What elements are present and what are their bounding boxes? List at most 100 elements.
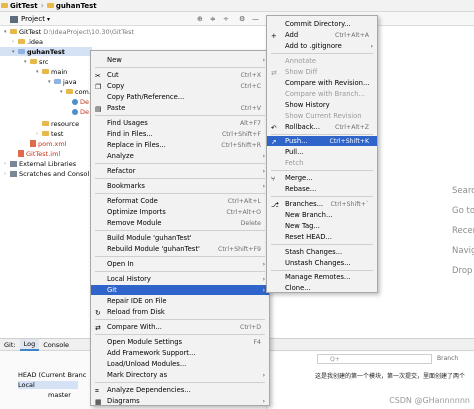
menu-item-merge[interactable]: ⑂ Merge... (267, 173, 377, 183)
menu-item-repair-ide[interactable]: Repair IDE on File (91, 296, 269, 306)
menu-item-load-unload[interactable]: Load/Unload Modules... (91, 359, 269, 369)
tree-item-file[interactable]: De (72, 97, 89, 106)
menu-item-reload[interactable]: ↻ Reload from Disk (91, 307, 269, 317)
menu-item-diagrams[interactable]: ▦ Diagrams › (91, 396, 269, 406)
menu-item-show-history[interactable]: Show History (267, 100, 377, 110)
menu-item-find-in-files[interactable]: Find in Files... Ctrl+Shift+F (91, 129, 269, 139)
menu-item-clone[interactable]: Clone... (267, 283, 377, 293)
log-search-input[interactable]: Q+ (317, 354, 432, 364)
gear-icon[interactable]: ⚙ (239, 15, 245, 23)
menu-item-show-current-revision[interactable]: Show Current Revision (267, 111, 377, 121)
menu-item-pull[interactable]: Pull... (267, 147, 377, 157)
menu-item-new[interactable]: New › (91, 55, 269, 65)
tree-item-src[interactable]: ▾ src (24, 57, 49, 66)
menu-separator (95, 319, 265, 320)
branch-group-local[interactable]: Local (18, 381, 78, 389)
menu-item-commit-directory[interactable]: Commit Directory... (267, 19, 377, 29)
menu-separator (95, 163, 265, 164)
collapse-all-icon[interactable]: ≑ (210, 15, 216, 23)
menu-item-add-framework[interactable]: Add Framework Support... (91, 348, 269, 358)
tree-item-test[interactable]: › test (36, 129, 63, 138)
branch-master[interactable]: master (48, 391, 71, 399)
menu-item-build-module[interactable]: Build Module 'guhanTest' (91, 233, 269, 243)
editor-hint: Navig (452, 246, 474, 256)
menu-item-rebuild-module[interactable]: Rebuild Module 'guhanTest' Ctrl+Shift+F9 (91, 244, 269, 254)
menu-separator (95, 193, 265, 194)
menu-item-analyze-deps[interactable]: ⌗ Analyze Dependencies... (91, 385, 269, 395)
editor-hint: Drop (452, 266, 473, 276)
refresh-icon: ↻ (95, 309, 101, 317)
menu-item-git[interactable]: Git › (91, 285, 269, 295)
menu-item-cut[interactable]: ✂ Cut Ctrl+X (91, 70, 269, 80)
menu-item-new-tag[interactable]: New Tag... (267, 221, 377, 231)
menu-separator (95, 67, 265, 68)
branch-head[interactable]: HEAD (Current Branc (18, 371, 86, 379)
menu-item-compare-branch[interactable]: Compare with Branch... (267, 89, 377, 99)
menu-item-reformat[interactable]: Reformat Code Ctrl+Alt+L (91, 196, 269, 206)
editor-hint: Go to (452, 206, 474, 216)
tree-item-resources[interactable]: resource (36, 119, 79, 128)
menu-item-rebase[interactable]: Rebase... (267, 184, 377, 194)
expand-all-icon[interactable]: ÷ (223, 15, 229, 23)
menu-item-optimize-imports[interactable]: Optimize Imports Ctrl+Alt+O (91, 207, 269, 217)
menu-item-open-in[interactable]: Open In › (91, 259, 269, 269)
hide-icon[interactable]: — (252, 15, 259, 23)
breadcrumb-project[interactable]: GitTest (1, 2, 38, 10)
tab-console[interactable]: Console (39, 339, 73, 351)
menu-item-local-history[interactable]: Local History › (91, 274, 269, 284)
menu-item-fetch[interactable]: Fetch (267, 158, 377, 168)
tree-item-pom[interactable]: pom.xml (30, 139, 67, 148)
tree-item-root[interactable]: ▾ GitTest D:\IdeaProject\10.30\GitTest (4, 27, 134, 36)
tree-item-file[interactable]: De (72, 107, 89, 116)
menu-item-paste[interactable]: ▤ Paste Ctrl+V (91, 103, 269, 113)
breadcrumb-module[interactable]: guhanTest (46, 2, 97, 10)
menu-item-analyze[interactable]: Analyze › (91, 151, 269, 161)
menu-item-refactor[interactable]: Refactor › (91, 166, 269, 176)
watermark: CSDN @GHannnnnn (389, 396, 470, 405)
menu-item-add-gitignore[interactable]: Add to .gitignore › (267, 41, 377, 51)
tree-item-scratches[interactable]: › Scratches and Consol (4, 169, 89, 178)
chevron-right-icon: › (262, 286, 265, 294)
menu-item-push[interactable]: ↗ Push... Ctrl+Shift+K (267, 136, 377, 146)
locate-icon[interactable]: ⊕ (197, 15, 203, 23)
menu-item-bookmarks[interactable]: Bookmarks › (91, 181, 269, 191)
tree-item-java[interactable]: ▾ java (48, 77, 77, 86)
menu-item-branches[interactable]: ⎇ Branches... Ctrl+Shift+` (267, 199, 377, 209)
menu-item-remove-module[interactable]: Remove Module Delete (91, 218, 269, 228)
menu-item-manage-remotes[interactable]: Manage Remotes... (267, 272, 377, 282)
menu-item-new-branch[interactable]: New Branch... (267, 210, 377, 220)
tree-item-main[interactable]: ▾ main (36, 67, 67, 76)
tree-item-label: .idea (27, 37, 43, 46)
menu-separator (95, 115, 265, 116)
menu-item-rollback[interactable]: ↶ Rollback... Ctrl+Alt+Z (267, 122, 377, 132)
module-file-icon (18, 150, 24, 157)
tree-item-idea[interactable]: › .idea (12, 37, 43, 46)
menu-item-unstash[interactable]: Unstash Changes... (267, 258, 377, 268)
menu-item-compare-with[interactable]: ⇄ Compare With... Ctrl+D (91, 322, 269, 332)
tree-item-external-libraries[interactable]: › External Libraries (4, 159, 76, 168)
menu-item-mark-directory[interactable]: Mark Directory as › (91, 370, 269, 380)
menu-item-find-usages[interactable]: Find Usages Alt+F7 (91, 118, 269, 128)
tree-item-label: De (80, 97, 90, 106)
project-view-label: Project (21, 15, 45, 23)
branch-filter[interactable]: Branch (437, 355, 458, 362)
menu-separator (95, 382, 265, 383)
menu-item-show-diff[interactable]: ⇄ Show Diff (267, 67, 377, 77)
menu-item-reset-head[interactable]: Reset HEAD... (267, 232, 377, 242)
menu-item-stash[interactable]: Stash Changes... (267, 247, 377, 257)
commit-row[interactable]: 这是我创建的第一个模块，第一次提交，里面创建了两个 (315, 371, 465, 380)
tab-log[interactable]: Log (19, 338, 40, 351)
menu-item-add[interactable]: + Add Ctrl+Alt+A (267, 30, 377, 40)
menu-item-annotate[interactable]: Annotate (267, 56, 377, 66)
project-view-selector[interactable]: Project ▾ (10, 15, 50, 23)
tree-item-label: External Libraries (19, 159, 77, 168)
tree-item-iml[interactable]: GitTest.iml (18, 149, 60, 158)
editor-empty-area: Searc Go to Recen Navig Drop (378, 26, 474, 326)
menu-item-open-module-settings[interactable]: Open Module Settings F4 (91, 337, 269, 347)
merge-icon: ⑂ (271, 175, 276, 183)
menu-item-replace-in-files[interactable]: Replace in Files... Ctrl+Shift+R (91, 140, 269, 150)
menu-item-copy-path[interactable]: Copy Path/Reference... (91, 92, 269, 102)
menu-item-compare-revision[interactable]: Compare with Revision... (267, 78, 377, 88)
tree-item-module[interactable]: ▾ guhanTest (0, 47, 92, 56)
menu-item-copy[interactable]: ❐ Copy Ctrl+C (91, 81, 269, 91)
